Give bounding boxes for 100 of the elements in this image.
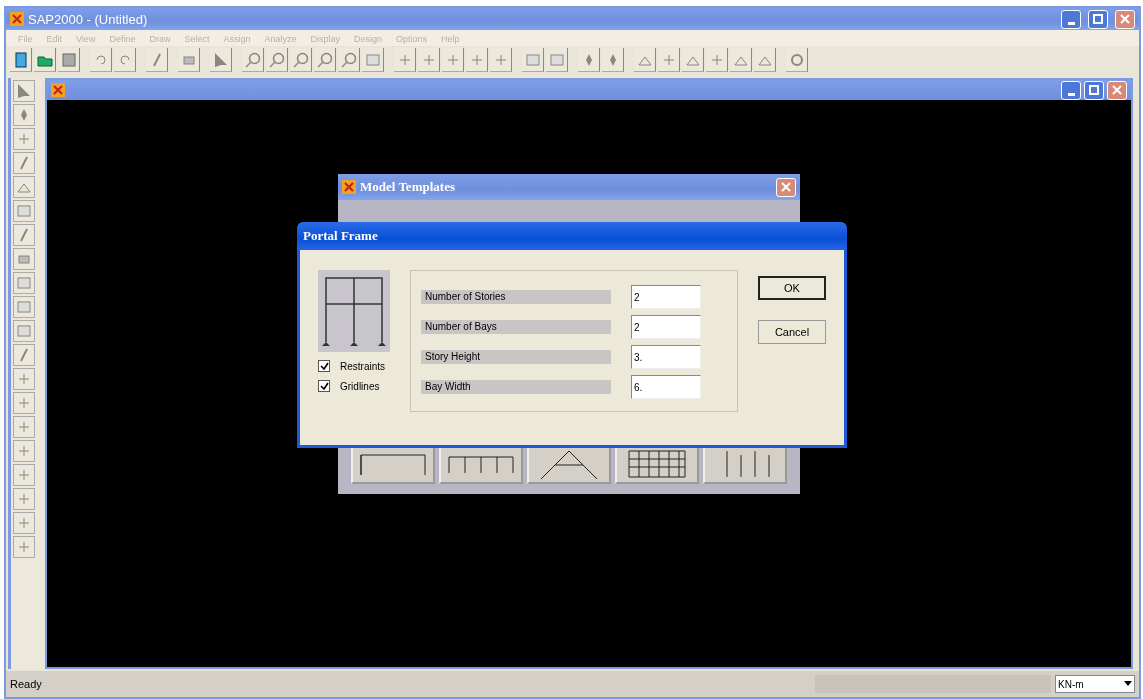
toolbar-button[interactable] [314, 48, 336, 72]
toolbar-button[interactable] [13, 200, 35, 222]
toolbar-button[interactable] [730, 48, 752, 72]
toolbar-button[interactable] [210, 48, 232, 72]
toolbar-icon [16, 371, 32, 387]
toolbar-button[interactable] [13, 392, 35, 414]
cancel-button[interactable]: Cancel [758, 320, 826, 344]
toolbar-button[interactable] [394, 48, 416, 72]
toolbar-button[interactable] [546, 48, 568, 72]
input-field[interactable]: 2 [631, 315, 701, 339]
field-label: Number of Stories [421, 290, 611, 304]
toolbar-button[interactable] [13, 416, 35, 438]
toolbar-icon [16, 83, 32, 99]
toolbar-icon [16, 275, 32, 291]
menu-item[interactable]: Assign [223, 34, 251, 44]
toolbar-button[interactable] [178, 48, 200, 72]
close-icon [1112, 85, 1122, 95]
toolbar-button[interactable] [658, 48, 680, 72]
toolbar-button[interactable] [13, 512, 35, 534]
toolbar-button[interactable] [522, 48, 544, 72]
close-button[interactable] [776, 177, 796, 197]
ok-button[interactable]: OK [758, 276, 826, 300]
toolbar-button[interactable] [90, 48, 112, 72]
toolbar-button[interactable] [13, 272, 35, 294]
checkbox[interactable] [318, 380, 330, 392]
toolbar-button[interactable] [13, 488, 35, 510]
toolbar-button[interactable] [114, 48, 136, 72]
toolbar-button[interactable] [242, 48, 264, 72]
toolbar-button[interactable] [58, 48, 80, 72]
minimize-icon [1067, 21, 1075, 25]
toolbar-button[interactable] [682, 48, 704, 72]
status-text: Ready [10, 678, 43, 690]
menu-item[interactable]: View [76, 34, 96, 44]
maximize-icon [1093, 14, 1103, 24]
toolbar-button[interactable] [13, 80, 35, 102]
menu-item[interactable]: Display [310, 34, 340, 44]
toolbar-button[interactable] [706, 48, 728, 72]
toolbar-icon [244, 51, 261, 68]
toolbar-button[interactable] [34, 48, 56, 72]
toolbar-button[interactable] [418, 48, 440, 72]
input-field[interactable]: 6. [631, 375, 701, 399]
close-button[interactable] [1107, 80, 1127, 100]
toolbar-button[interactable] [10, 48, 32, 72]
close-icon [781, 182, 791, 192]
maximize-button[interactable] [1084, 80, 1104, 100]
toolbar-button[interactable] [13, 440, 35, 462]
units-dropdown[interactable]: KN-m [1055, 675, 1135, 693]
toolbar-button[interactable] [754, 48, 776, 72]
toolbar-button[interactable] [290, 48, 312, 72]
input-field[interactable]: 3. [631, 345, 701, 369]
close-button[interactable] [1115, 9, 1135, 29]
toolbar-icon [16, 419, 32, 435]
menu-item[interactable]: Draw [149, 34, 171, 44]
menu-item[interactable]: Help [441, 34, 460, 44]
toolbar-button[interactable] [13, 104, 35, 126]
toolbar-icon [16, 539, 32, 555]
toolbar-button[interactable] [13, 368, 35, 390]
toolbar-button[interactable] [786, 48, 808, 72]
toolbar-button[interactable] [578, 48, 600, 72]
toolbar-button[interactable] [266, 48, 288, 72]
toolbar-button[interactable] [13, 464, 35, 486]
menu-item[interactable]: Select [184, 34, 210, 44]
field-label: Bay Width [421, 380, 611, 394]
toolbar-button[interactable] [466, 48, 488, 72]
toolbar-button[interactable] [13, 296, 35, 318]
toolbar-button[interactable] [13, 344, 35, 366]
toolbar-button[interactable] [490, 48, 512, 72]
toolbar-button[interactable] [13, 128, 35, 150]
app-logo-icon [10, 12, 24, 26]
toolbar-button[interactable] [442, 48, 464, 72]
toolbar-button[interactable] [13, 176, 35, 198]
toolbar-icon [16, 299, 32, 315]
toolbar-button[interactable] [146, 48, 168, 72]
toolbar-button[interactable] [634, 48, 656, 72]
toolbar-button[interactable] [338, 48, 360, 72]
toolbar-button[interactable] [13, 320, 35, 342]
menu-item[interactable]: Options [396, 34, 428, 44]
toolbar-button[interactable] [13, 248, 35, 270]
checkbox[interactable] [318, 360, 330, 372]
toolbar-button[interactable] [13, 152, 35, 174]
toolbar-button[interactable] [13, 224, 35, 246]
menu-item[interactable]: Edit [46, 34, 63, 44]
toolbar-button[interactable] [602, 48, 624, 72]
menu-item[interactable]: Analyze [264, 34, 297, 44]
toolbar-icon [292, 51, 309, 68]
app-logo-icon [51, 83, 65, 97]
menu-item[interactable]: Define [109, 34, 136, 44]
toolbar-icon [212, 51, 229, 68]
input-field[interactable]: 2 [631, 285, 701, 309]
toolbar-button[interactable] [13, 536, 35, 558]
field-label: Number of Bays [421, 320, 611, 334]
minimize-button[interactable] [1061, 9, 1081, 29]
app-logo-icon [342, 180, 356, 194]
toolbar-icon [364, 51, 381, 68]
maximize-button[interactable] [1088, 9, 1108, 29]
toolbar-icon [788, 51, 805, 68]
menu-item[interactable]: Design [354, 34, 382, 44]
toolbar-button[interactable] [362, 48, 384, 72]
minimize-button[interactable] [1061, 80, 1081, 100]
menu-item[interactable]: File [18, 34, 33, 44]
